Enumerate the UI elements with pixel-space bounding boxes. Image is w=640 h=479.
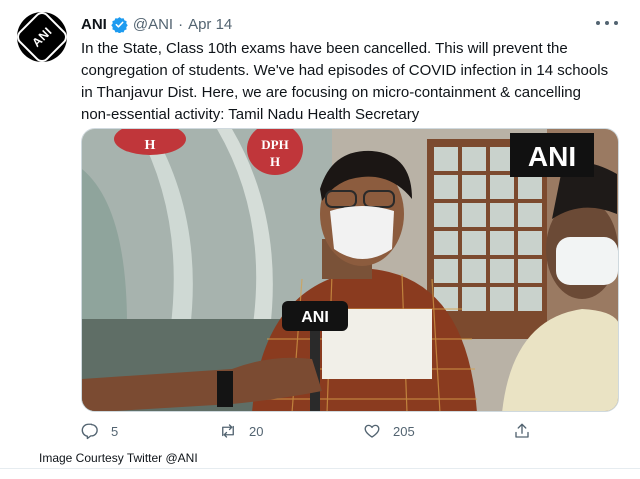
author-name[interactable]: ANI xyxy=(81,16,107,33)
watermark-text: ANI xyxy=(528,141,576,172)
mic-label: ANI xyxy=(301,309,329,326)
more-dot xyxy=(605,21,609,25)
retweet-button[interactable]: 20 xyxy=(219,422,263,440)
tweet-actions: 5 20 205 xyxy=(81,422,541,446)
avatar-logo-text: ANI xyxy=(29,24,55,50)
like-button[interactable]: 205 xyxy=(363,422,415,440)
author-handle[interactable]: @ANI xyxy=(133,16,173,33)
share-button[interactable] xyxy=(513,422,543,440)
like-icon xyxy=(364,424,380,438)
divider xyxy=(0,468,640,469)
tweet-date[interactable]: Apr 14 xyxy=(188,16,232,33)
avatar[interactable]: ANI xyxy=(13,8,71,66)
reply-button[interactable]: 5 xyxy=(81,422,118,440)
person-right-mask xyxy=(556,237,618,285)
wristband xyxy=(217,371,233,407)
tweet-header: ANI @ANI · Apr 14 xyxy=(81,14,232,34)
share-icon xyxy=(515,423,529,438)
more-icon[interactable] xyxy=(596,14,618,32)
tweet-card[interactable]: ANI ANI @ANI · Apr 14 In the State, Clas… xyxy=(0,0,640,479)
sign-text: H xyxy=(270,154,280,169)
ani-logo-frame: ANI xyxy=(13,8,71,66)
tweet-photo[interactable]: H DPH H ANI ANI xyxy=(81,128,619,412)
reply-count: 5 xyxy=(111,423,119,439)
tweet-text: In the State, Class 10th exams have been… xyxy=(81,40,609,123)
separator-dot: · xyxy=(178,15,184,33)
sign-text: DPH xyxy=(261,137,288,152)
person-center-mask xyxy=(330,206,394,259)
sign-text: H xyxy=(145,138,156,153)
more-dot xyxy=(596,21,600,25)
verified-icon xyxy=(111,16,128,33)
reply-icon xyxy=(81,423,98,440)
photo-scene: H DPH H ANI ANI xyxy=(82,129,618,411)
image-courtesy-caption: Image Courtesy Twitter @ANI xyxy=(39,451,198,465)
retweet-count: 20 xyxy=(249,423,264,439)
retweet-icon xyxy=(222,424,234,438)
like-count: 205 xyxy=(393,423,415,439)
more-dot xyxy=(614,21,618,25)
